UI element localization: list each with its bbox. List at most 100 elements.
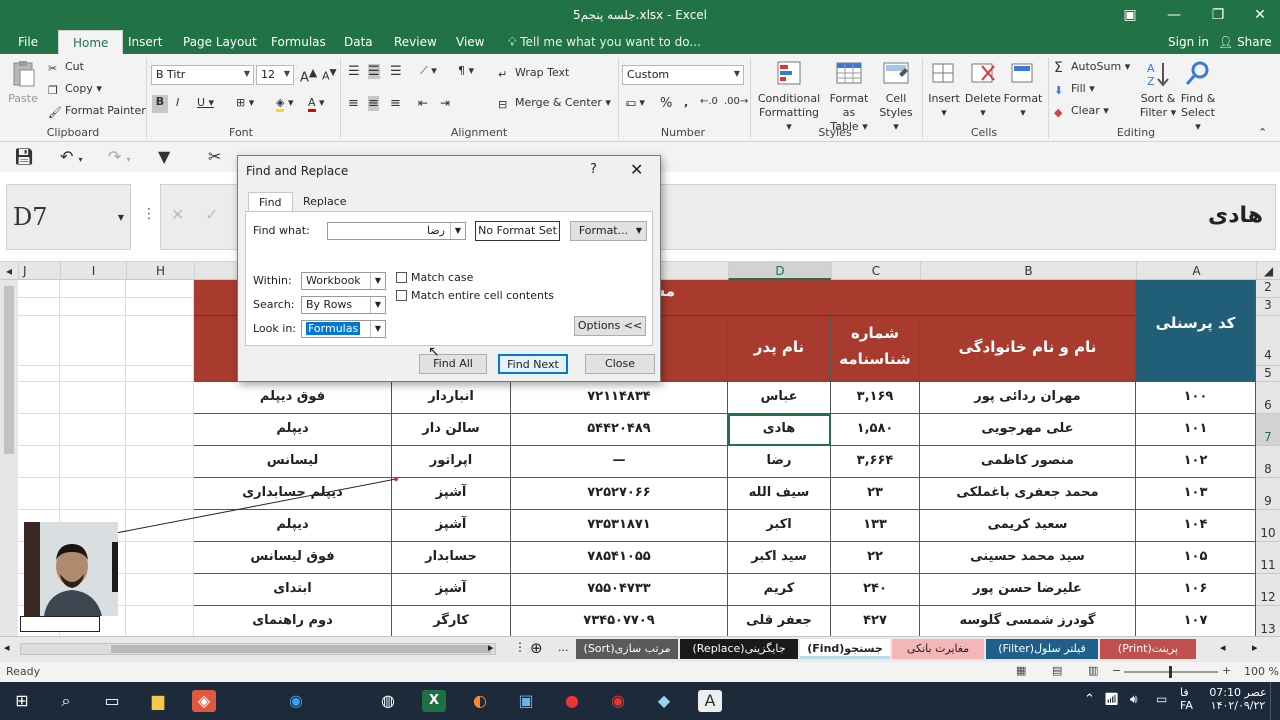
add-sheet-icon[interactable]: ⊕ — [530, 639, 543, 657]
column-header-c[interactable]: C — [831, 262, 920, 280]
cell-code[interactable]: ۱۰۶ — [1136, 574, 1256, 606]
empty-cell[interactable] — [126, 280, 194, 298]
row-header[interactable]: 5 — [1256, 366, 1280, 382]
tell-me-search[interactable]: 💡︎ Tell me what you want to do... — [508, 35, 701, 50]
select-all-corner[interactable]: ◢ — [1256, 262, 1280, 280]
column-header-b[interactable]: B — [920, 262, 1136, 280]
cell-job[interactable]: سالن دار — [392, 414, 511, 446]
cell-id-number[interactable]: ۲۲ — [831, 542, 920, 574]
scrollbar-thumb[interactable] — [111, 645, 491, 653]
name-box[interactable]: D7 ▼ — [6, 184, 131, 250]
edge-browser-icon[interactable]: ◉ — [284, 690, 308, 712]
chevron-down-icon[interactable]: ▼ — [450, 223, 465, 239]
normal-view-icon[interactable]: ▦ — [1016, 664, 1026, 677]
redo-icon[interactable]: ↷ ▾ — [108, 147, 131, 166]
format-as-table-button[interactable]: Format as Table ▾ — [822, 60, 876, 134]
font-color-button[interactable]: A ▾ — [308, 96, 325, 112]
minimize-button[interactable]: — — [1152, 0, 1196, 30]
filter-icon[interactable]: ▼ — [158, 147, 170, 166]
sheet-tab[interactable]: مغایرت بانکی — [892, 639, 984, 659]
confirm-entry-icon[interactable]: ✓ — [205, 205, 218, 224]
align-left-icon[interactable]: ≡ — [348, 96, 359, 111]
empty-cell[interactable] — [60, 446, 126, 478]
cell-father-name[interactable]: سید اکبر — [728, 542, 831, 574]
zoom-slider-thumb[interactable] — [1169, 666, 1172, 678]
comma-icon[interactable]: , — [684, 96, 688, 109]
tab-file[interactable]: File — [18, 35, 38, 49]
page-layout-view-icon[interactable]: ▤ — [1052, 664, 1062, 677]
zoom-out-icon[interactable]: − — [1112, 664, 1121, 677]
tab-scroll-prev-icon[interactable]: ◂ — [1220, 641, 1226, 654]
sheet-tab[interactable]: جستجو(Find) — [800, 639, 890, 659]
row-header[interactable]: 7 — [1256, 414, 1280, 446]
record2-icon[interactable]: ◉ — [606, 690, 630, 712]
show-desktop-button[interactable] — [1270, 682, 1280, 720]
cell-job[interactable]: آشپز — [392, 510, 511, 542]
wifi-icon[interactable]: 📶︎ — [1104, 692, 1119, 706]
font-size-select[interactable]: 12 ▼ — [256, 65, 294, 85]
speaker-icon[interactable]: 🔊︎ — [1130, 692, 1138, 707]
empty-cell[interactable] — [60, 316, 126, 366]
cell-education[interactable]: لیسانس — [194, 446, 392, 478]
align-right-icon[interactable]: ≡ — [390, 96, 401, 111]
cell-code[interactable]: ۱۰۰ — [1136, 382, 1256, 414]
currency-icon[interactable]: 💵︎ ▾ — [626, 96, 645, 110]
empty-cell[interactable] — [60, 414, 126, 446]
zoom-slider[interactable] — [1124, 666, 1218, 678]
match-entire-checkbox[interactable] — [396, 290, 407, 301]
cell-education[interactable]: ابتدای — [194, 574, 392, 606]
find-next-button[interactable]: Find Next — [498, 354, 568, 374]
paste-button[interactable]: Paste — [6, 60, 40, 106]
cut-button[interactable]: ✂ Cut — [48, 60, 84, 75]
cell-code[interactable]: ۱۰۷ — [1136, 606, 1256, 636]
column-header-d[interactable]: D — [728, 262, 831, 280]
header-id-number[interactable]: شماره شناسنامه — [831, 316, 920, 382]
format-painter-button[interactable]: 🖌︎ Format Painter — [48, 104, 146, 119]
help-button[interactable]: ? — [590, 162, 597, 177]
column-header-j[interactable]: J — [18, 262, 60, 280]
cell-name[interactable]: علی مهرجویی — [920, 414, 1136, 446]
format-cells-button[interactable]: Format ▾ — [1002, 60, 1044, 120]
cell-job[interactable]: انباردار — [392, 382, 511, 414]
vertical-scrollbar[interactable] — [0, 280, 18, 636]
align-top-icon[interactable]: ☰ — [348, 64, 360, 79]
column-scroll-left-icon[interactable]: ◂ — [0, 262, 18, 280]
header-personnel-code[interactable]: کد پرسنلی — [1136, 280, 1256, 382]
search-select[interactable]: By Rows ▼ — [301, 296, 386, 314]
tab-page-layout[interactable]: Page Layout — [183, 35, 257, 49]
app2-icon[interactable]: ▣ — [514, 690, 538, 712]
sheet-tab[interactable]: مرتب سازی(Sort) — [576, 639, 678, 659]
row-header[interactable]: 4 — [1256, 316, 1280, 366]
row-header[interactable]: 2 — [1256, 280, 1280, 298]
empty-cell[interactable] — [126, 382, 194, 414]
horizontal-scrollbar[interactable] — [20, 643, 496, 655]
cell-code[interactable]: ۱۰۳ — [1136, 478, 1256, 510]
row-header[interactable]: 12 — [1256, 574, 1280, 606]
row-header[interactable]: 11 — [1256, 542, 1280, 574]
cell-id-number[interactable]: ۴۲۷ — [831, 606, 920, 636]
sort-filter-button[interactable]: AZ Sort & Filter ▾ — [1138, 60, 1178, 120]
cell-name[interactable]: محمد جعفری باغملکی — [920, 478, 1136, 510]
cell-job[interactable]: کارگر — [392, 606, 511, 636]
cell-code[interactable]: ۱۰۱ — [1136, 414, 1256, 446]
close-button[interactable]: Close — [585, 354, 655, 374]
close-window-button[interactable]: ✕ — [1238, 0, 1280, 30]
delete-cells-button[interactable]: Delete ▾ — [964, 60, 1002, 120]
tab-view[interactable]: View — [456, 35, 484, 49]
bold-button[interactable]: B — [152, 95, 168, 113]
clock[interactable]: 07:10 عصر ۱۴۰۲/۰۹/۲۲ — [1208, 686, 1268, 712]
cell-father-name[interactable]: سیف الله — [728, 478, 831, 510]
empty-cell[interactable] — [18, 298, 60, 316]
cell-name[interactable]: منصور کاظمی — [920, 446, 1136, 478]
cell-job[interactable]: اپراتور — [392, 446, 511, 478]
empty-cell[interactable] — [126, 542, 194, 574]
empty-cell[interactable] — [18, 414, 60, 446]
windows-start-icon[interactable]: ⊞ — [10, 690, 34, 712]
cell-id-number[interactable]: ۱۳۳ — [831, 510, 920, 542]
column-header-h[interactable]: H — [126, 262, 194, 280]
empty-cell[interactable] — [126, 316, 194, 366]
app-icon[interactable]: ◍ — [376, 690, 400, 712]
empty-cell[interactable] — [126, 298, 194, 316]
cell-phone[interactable]: ۷۲۵۲۷۰۶۶ — [511, 478, 728, 510]
firefox-icon[interactable]: ◐ — [468, 690, 492, 712]
